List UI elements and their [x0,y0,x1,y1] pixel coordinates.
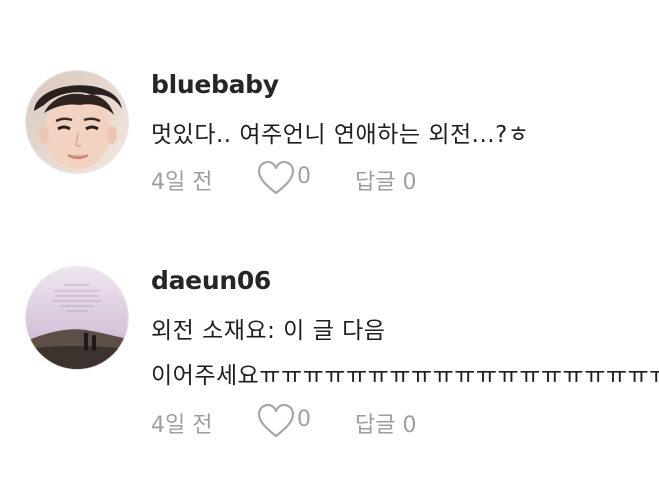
heart-icon [257,403,295,438]
comment-time: 4일 전 [151,170,213,195]
like-count: 0 [297,164,311,189]
comment-meta: 4일 전 0 답글 0 [151,158,551,198]
comment-time: 4일 전 [151,413,213,438]
comment-meta: 4일 전 0 답글 0 [151,401,551,441]
comment-text-line-2: 이어주세요ㅠㅠㅠㅠㅠㅠㅠㅠㅠㅠㅠㅠㅠㅠㅠㅠㅠㅠㅠ [151,363,659,389]
heart-icon [257,160,295,195]
comment-text: 멋있다.. 여주언니 연애하는 외전...?ㅎ [151,122,530,148]
comment-username[interactable]: bluebaby [151,70,279,99]
comment-text-line-1: 외전 소재요: 이 글 다음 [151,318,386,344]
like-count: 0 [297,407,311,432]
comment-item: bluebaby 멋있다.. 여주언니 연애하는 외전...?ㅎ 4일 전 0 … [0,0,659,240]
comment-item: daeun06 외전 소재요: 이 글 다음 이어주세요ㅠㅠㅠㅠㅠㅠㅠㅠㅠㅠㅠㅠ… [0,240,659,495]
avatar[interactable] [26,267,128,369]
avatar[interactable] [26,71,128,173]
reply-button[interactable]: 답글 0 [355,407,416,439]
comment-username[interactable]: daeun06 [151,266,271,295]
avatar-portrait-image [26,71,128,173]
avatar-landscape-image [26,267,128,369]
reply-button[interactable]: 답글 0 [355,164,416,196]
